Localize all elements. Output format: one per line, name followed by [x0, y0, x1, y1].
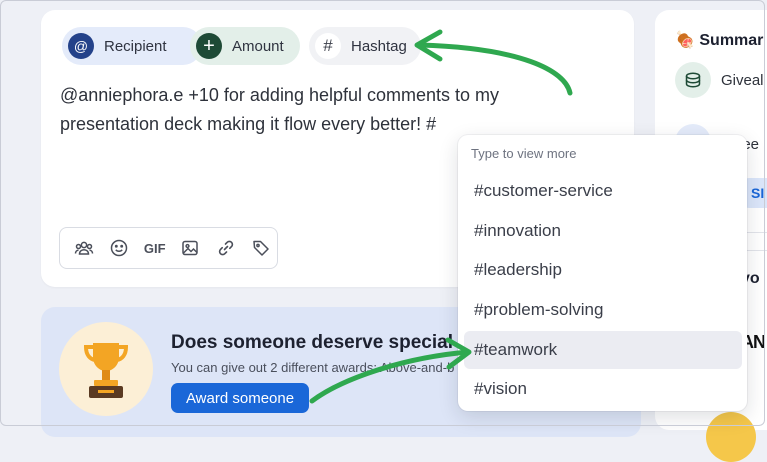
amount-chip[interactable]: + Amount: [190, 27, 300, 65]
image-icon[interactable]: [175, 232, 207, 264]
link-icon[interactable]: [210, 232, 242, 264]
summary-giveaways-label: Giveal: [721, 72, 764, 89]
composer-toolbar: GIF: [59, 227, 278, 269]
amount-label: Amount: [232, 37, 284, 55]
hashtag-dropdown: Type to view more #customer-service #inn…: [458, 135, 747, 411]
hashtag-option[interactable]: #customer-service: [464, 172, 742, 210]
hash-icon: #: [315, 33, 341, 59]
hashtag-option[interactable]: #vision: [464, 370, 742, 408]
gif-button[interactable]: GIF: [139, 232, 171, 264]
summary-title-text: Summar: [699, 32, 764, 49]
hashtag-option-teamwork[interactable]: #teamwork: [464, 331, 742, 369]
at-icon: @: [68, 33, 94, 59]
hashtag-chip[interactable]: # Hashtag: [309, 27, 421, 65]
message-input[interactable]: @anniephora.e +10 for adding helpful com…: [60, 81, 540, 139]
emoji-icon[interactable]: [104, 232, 136, 264]
people-icon[interactable]: [68, 232, 100, 264]
plus-icon: +: [196, 33, 222, 59]
meat-icon: 🍖: [675, 32, 695, 49]
summary-title: 🍖 Summar: [675, 30, 763, 50]
award-someone-button[interactable]: Award someone: [171, 383, 309, 413]
tag-icon[interactable]: [246, 232, 278, 264]
coin-icon: [706, 412, 756, 462]
hashtag-option[interactable]: #innovation: [464, 212, 742, 250]
award-subtitle: You can give out 2 different awards: Abo…: [171, 360, 455, 375]
hashtag-option[interactable]: #problem-solving: [464, 291, 742, 329]
dropdown-hint: Type to view more: [471, 146, 577, 161]
recipient-label: Recipient: [104, 37, 167, 55]
recipient-chip[interactable]: @ Recipient: [62, 27, 202, 65]
trophy-icon: [59, 322, 153, 416]
award-title: Does someone deserve special re: [171, 332, 477, 353]
coins-icon: [675, 62, 711, 98]
hashtag-label: Hashtag: [351, 37, 407, 55]
hashtag-option[interactable]: #leadership: [464, 251, 742, 289]
